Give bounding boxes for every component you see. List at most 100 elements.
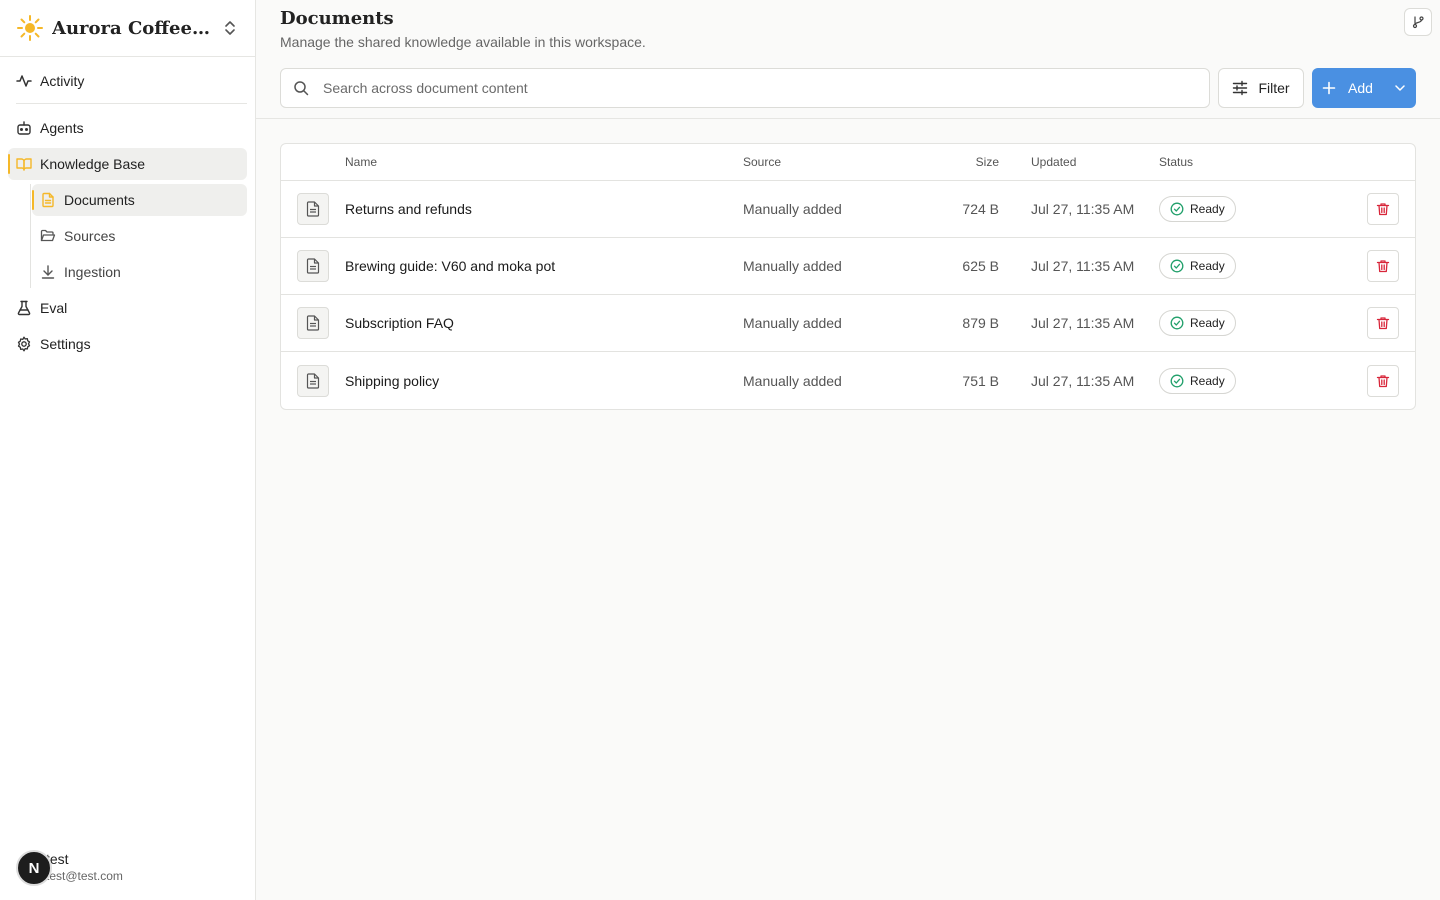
sidebar-item-ingestion[interactable]: Ingestion (32, 256, 247, 288)
file-icon (297, 307, 329, 339)
avatar[interactable]: N (16, 850, 52, 886)
bot-icon (16, 120, 32, 136)
delete-button[interactable] (1367, 364, 1399, 397)
divider (16, 103, 247, 104)
search-icon (293, 80, 309, 96)
sidebar-item-sources[interactable]: Sources (32, 220, 247, 252)
user-name: test (46, 851, 69, 867)
search-box[interactable] (280, 68, 1210, 108)
sidebar-item-documents[interactable]: Documents (32, 184, 247, 216)
sidebar-item-label: Agents (40, 120, 84, 136)
user-email: test@test.com (46, 869, 123, 883)
filter-label: Filter (1258, 80, 1290, 96)
gear-icon (16, 336, 32, 352)
header-name[interactable]: Name (345, 155, 743, 169)
table-row[interactable]: Shipping policy Manually added 751 B Jul… (281, 352, 1415, 409)
sidebar-nav: Activity Agents Knowledge Base Documents (0, 57, 255, 372)
delete-button[interactable] (1367, 193, 1399, 225)
document-icon (40, 192, 56, 208)
sidebar-item-label: Knowledge Base (40, 156, 146, 172)
table-header: Name Source Size Updated Status (281, 144, 1415, 181)
table-row[interactable]: Subscription FAQ Manually added 879 B Ju… (281, 295, 1415, 352)
sidebar-item-eval[interactable]: Eval (8, 292, 247, 324)
status-label: Ready (1190, 259, 1225, 273)
sidebar-item-activity[interactable]: Activity (8, 65, 247, 97)
trash-icon (1376, 202, 1390, 216)
user-info: test test@test.com (46, 851, 123, 885)
file-icon (297, 364, 329, 397)
knowledge-base-subnav: Documents Sources Ingestion (30, 184, 247, 288)
status-badge: Ready (1159, 253, 1236, 279)
workspace-name: Aurora Coffee Roasters (52, 17, 214, 39)
page-header: Documents Manage the shared knowledge av… (256, 0, 1440, 119)
document-updated: Jul 27, 11:35 AM (1031, 201, 1135, 217)
status-label: Ready (1190, 202, 1225, 216)
document-updated: Jul 27, 11:35 AM (1031, 372, 1135, 389)
document-size: 724 B (962, 201, 999, 217)
chevron-up-down-icon[interactable] (221, 17, 239, 39)
sun-icon (16, 14, 44, 42)
check-circle-icon (1170, 316, 1184, 330)
page-subtitle: Manage the shared knowledge available in… (280, 34, 646, 50)
sidebar: Aurora Coffee Roasters Activity Agents K… (0, 0, 256, 900)
document-source: Manually added (743, 258, 842, 274)
header-size[interactable]: Size (943, 155, 999, 169)
trash-icon (1376, 374, 1390, 388)
workspace-switcher[interactable]: Aurora Coffee Roasters (0, 0, 255, 57)
user-menu[interactable]: N test test@test.com (16, 850, 123, 886)
status-badge: Ready (1159, 310, 1236, 336)
search-input[interactable] (323, 80, 1197, 96)
sidebar-item-settings[interactable]: Settings (8, 328, 247, 360)
activity-icon (16, 73, 32, 89)
sidebar-item-label: Sources (64, 228, 116, 244)
document-name[interactable]: Brewing guide: V60 and moka pot (345, 258, 743, 274)
document-name[interactable]: Subscription FAQ (345, 315, 743, 331)
document-size: 625 B (962, 258, 999, 274)
header-source[interactable]: Source (743, 155, 943, 169)
trash-icon (1376, 316, 1390, 330)
table-row[interactable]: Brewing guide: V60 and moka pot Manually… (281, 238, 1415, 295)
toolbar: Filter Add (280, 68, 1416, 108)
documents-table: Name Source Size Updated Status Returns … (280, 143, 1416, 410)
branch-button[interactable] (1404, 8, 1432, 36)
sidebar-item-label: Documents (64, 192, 135, 208)
check-circle-icon (1170, 259, 1184, 273)
file-icon (297, 193, 329, 225)
header-updated[interactable]: Updated (999, 155, 1159, 169)
header-status[interactable]: Status (1159, 155, 1319, 169)
sidebar-item-label: Eval (40, 300, 68, 316)
sidebar-item-agents[interactable]: Agents (8, 112, 247, 144)
document-size: 751 B (962, 372, 999, 389)
delete-button[interactable] (1367, 307, 1399, 339)
document-source: Manually added (743, 372, 842, 389)
git-branch-icon (1411, 15, 1425, 29)
page-title: Documents (280, 8, 394, 29)
document-source: Manually added (743, 201, 842, 217)
download-icon (40, 264, 56, 280)
document-updated: Jul 27, 11:35 AM (1031, 315, 1135, 331)
status-label: Ready (1190, 373, 1225, 388)
chevron-down-icon[interactable] (1394, 82, 1406, 94)
sidebar-item-knowledge-base[interactable]: Knowledge Base (8, 148, 247, 180)
file-icon (297, 250, 329, 282)
book-icon (16, 156, 32, 172)
status-badge: Ready (1159, 196, 1236, 222)
document-source: Manually added (743, 315, 842, 331)
sidebar-item-label: Activity (40, 73, 85, 89)
delete-button[interactable] (1367, 250, 1399, 282)
document-name[interactable]: Returns and refunds (345, 201, 743, 217)
table-row[interactable]: Returns and refunds Manually added 724 B… (281, 181, 1415, 238)
add-button[interactable]: Add (1312, 68, 1416, 108)
filter-button[interactable]: Filter (1218, 68, 1304, 108)
status-badge: Ready (1159, 367, 1236, 394)
sidebar-item-label: Settings (40, 336, 91, 352)
check-circle-icon (1170, 374, 1184, 388)
main-content: Documents Manage the shared knowledge av… (256, 0, 1440, 900)
trash-icon (1376, 259, 1390, 273)
folder-icon (40, 228, 56, 244)
document-size: 879 B (962, 315, 999, 331)
document-name[interactable]: Shipping policy (345, 373, 743, 389)
plus-icon (1322, 81, 1336, 95)
document-updated: Jul 27, 11:35 AM (1031, 258, 1135, 274)
sidebar-item-label: Ingestion (64, 264, 121, 280)
